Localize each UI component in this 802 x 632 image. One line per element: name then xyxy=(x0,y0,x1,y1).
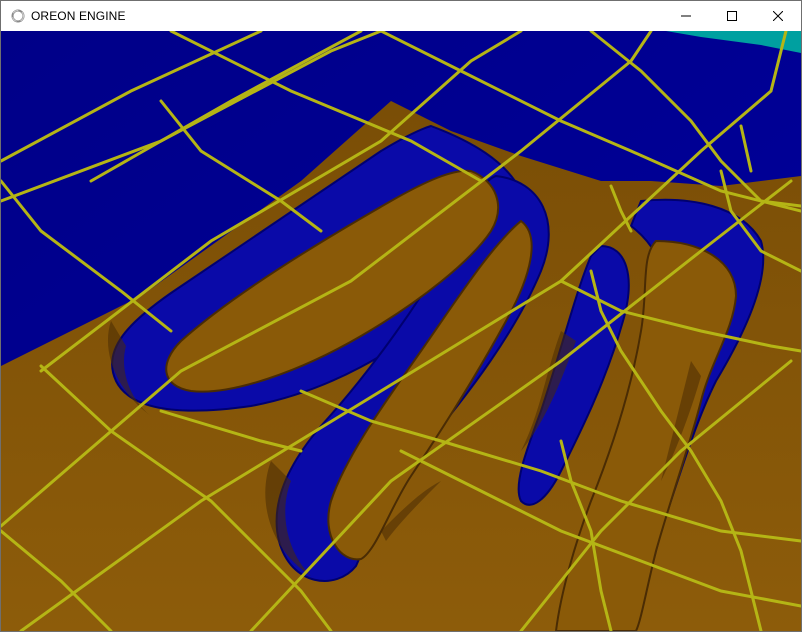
terrain-scene xyxy=(1,31,801,631)
title-bar[interactable]: OREON ENGINE xyxy=(1,1,801,31)
render-viewport[interactable] xyxy=(1,31,801,631)
close-button[interactable] xyxy=(755,1,801,31)
minimize-icon xyxy=(681,15,691,17)
app-window: OREON ENGINE xyxy=(0,0,802,632)
window-controls xyxy=(663,1,801,31)
minimize-button[interactable] xyxy=(663,1,709,31)
maximize-button[interactable] xyxy=(709,1,755,31)
close-icon xyxy=(773,11,783,21)
maximize-icon xyxy=(727,11,737,21)
window-title: OREON ENGINE xyxy=(31,9,126,23)
engine-ring-icon xyxy=(11,9,25,23)
